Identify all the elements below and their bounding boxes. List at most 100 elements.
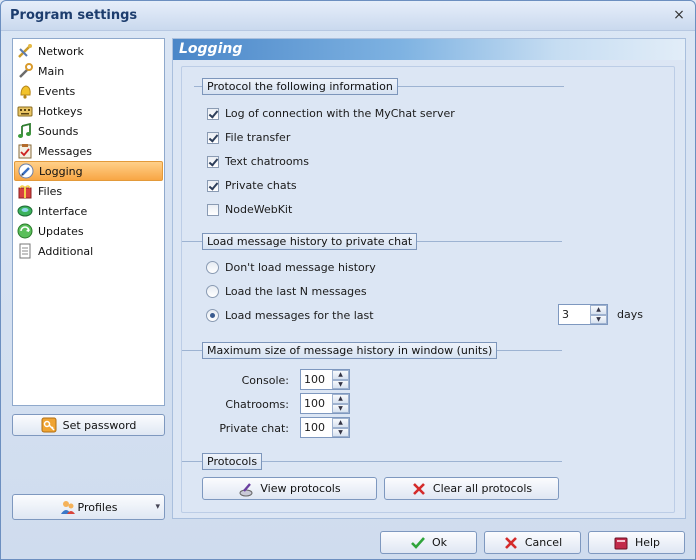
cancel-button[interactable]: Cancel — [484, 531, 581, 554]
nav-item-interface[interactable]: Interface — [14, 201, 163, 221]
stepper-up-icon[interactable]: ▲ — [332, 394, 349, 404]
nav-item-label: Logging — [39, 164, 83, 178]
nav-item-label: Messages — [38, 144, 92, 158]
stepper-down-icon[interactable]: ▼ — [332, 427, 349, 437]
nav-item-messages[interactable]: Messages — [14, 141, 163, 161]
checkbox-label: Text chatrooms — [225, 155, 310, 168]
section-history-label: Load message history to private chat — [202, 233, 418, 250]
radio-row-last-n[interactable]: Load the last N messages — [206, 285, 367, 298]
radio-row-dont-load[interactable]: Don't load message history — [206, 261, 376, 274]
nav-item-files[interactable]: Files — [14, 181, 163, 201]
red-x-icon — [412, 482, 425, 495]
clipboard-icon — [18, 144, 32, 159]
checkbox-label: Log of connection with the MyChat server — [225, 107, 455, 120]
days-unit-label: days — [617, 308, 643, 321]
days-value[interactable]: 3 — [559, 308, 590, 321]
console-label: Console: — [241, 374, 289, 387]
nav-item-label: Sounds — [38, 124, 79, 138]
panel-content: Protocol the following information Log o… — [181, 66, 675, 513]
panel-header: Logging — [173, 39, 685, 60]
ok-label: Ok — [431, 536, 448, 549]
stepper-up-icon[interactable]: ▲ — [332, 370, 349, 380]
view-protocols-button[interactable]: View protocols — [202, 477, 377, 500]
stepper-down-icon[interactable]: ▼ — [332, 403, 349, 413]
nav-item-label: Events — [38, 84, 76, 98]
nav-item-label: Network — [38, 44, 84, 58]
chevron-down-icon[interactable]: ▾ — [155, 502, 160, 512]
view-protocols-icon — [239, 482, 253, 496]
key-icon — [41, 417, 57, 433]
profiles-button[interactable]: Profiles ▾ — [12, 494, 165, 520]
checkbox[interactable] — [207, 131, 219, 144]
stepper-up-icon[interactable]: ▲ — [332, 418, 349, 428]
nav-item-additional[interactable]: Additional — [14, 241, 163, 261]
section-protocols-label: Protocols — [202, 453, 263, 470]
profiles-label: Profiles — [77, 500, 118, 514]
set-password-button[interactable]: Set password — [12, 414, 165, 436]
red-x-icon — [504, 536, 517, 549]
checkbox[interactable] — [207, 155, 219, 168]
nav-item-label: Interface — [38, 204, 88, 218]
help-book-icon — [614, 537, 628, 549]
clear-all-protocols-label: Clear all protocols — [432, 482, 533, 495]
chatrooms-value[interactable]: 100 — [301, 397, 332, 410]
program-settings-window: Program settings × Network Main Events H… — [0, 0, 696, 560]
help-button[interactable]: Help — [588, 531, 685, 554]
keyboard-icon — [17, 106, 33, 117]
checkbox-row-text-chatrooms[interactable]: Text chatrooms — [207, 155, 309, 168]
title-bar: Program settings × — [1, 1, 695, 31]
stepper-down-icon[interactable]: ▼ — [332, 379, 349, 389]
section-max-size-label: Maximum size of message history in windo… — [202, 342, 498, 359]
nav-item-updates[interactable]: Updates — [14, 221, 163, 241]
radio-button[interactable] — [206, 261, 219, 274]
clear-all-protocols-button[interactable]: Clear all protocols — [384, 477, 559, 500]
console-value[interactable]: 100 — [301, 373, 332, 386]
settings-nav-list: Network Main Events Hotkeys Sounds Messa… — [12, 38, 165, 406]
checkbox-row-file-transfer[interactable]: File transfer — [207, 131, 290, 144]
console-stepper[interactable]: 100 ▲ ▼ — [300, 369, 350, 390]
ok-button[interactable]: Ok — [380, 531, 477, 554]
bell-icon — [20, 85, 31, 99]
updates-icon — [17, 223, 33, 239]
private-chat-value[interactable]: 100 — [301, 421, 332, 434]
view-protocols-label: View protocols — [260, 482, 341, 495]
nav-item-main[interactable]: Main — [14, 61, 163, 81]
window-title: Program settings — [10, 8, 138, 23]
wrench-icon — [19, 63, 33, 78]
checkmark-icon — [411, 536, 425, 549]
nav-item-events[interactable]: Events — [14, 81, 163, 101]
private-chat-stepper[interactable]: 100 ▲ ▼ — [300, 417, 350, 438]
checkbox[interactable] — [207, 203, 219, 216]
stepper-up-icon[interactable]: ▲ — [590, 305, 607, 315]
days-stepper[interactable]: 3 ▲ ▼ — [558, 304, 608, 325]
checkbox-row-connection[interactable]: Log of connection with the MyChat server — [207, 107, 455, 120]
nav-item-label: Files — [38, 184, 63, 198]
radio-button[interactable] — [206, 309, 219, 322]
stepper-down-icon[interactable]: ▼ — [590, 314, 607, 324]
nav-item-hotkeys[interactable]: Hotkeys — [14, 101, 163, 121]
logging-panel: Logging Protocol the following informati… — [172, 38, 686, 519]
radio-row-load-for-last[interactable]: Load messages for the last — [206, 309, 374, 322]
nav-item-label: Updates — [38, 224, 84, 238]
pencil-icon — [18, 163, 34, 179]
nav-item-label: Additional — [38, 244, 94, 258]
checkbox-row-private-chats[interactable]: Private chats — [207, 179, 297, 192]
nav-item-sounds[interactable]: Sounds — [14, 121, 163, 141]
nav-item-logging[interactable]: Logging — [14, 161, 163, 181]
checkbox-row-nodewebkit[interactable]: NodeWebKit — [207, 203, 292, 216]
panel-title: Logging — [179, 41, 243, 57]
nav-item-label: Main — [38, 64, 65, 78]
checkbox[interactable] — [207, 107, 219, 120]
profiles-icon — [60, 501, 75, 514]
checkbox[interactable] — [207, 179, 219, 192]
private-chat-label: Private chat: — [219, 422, 289, 435]
radio-button[interactable] — [206, 285, 219, 298]
radio-label: Don't load message history — [225, 261, 376, 274]
document-icon — [19, 243, 31, 259]
checkbox-label: NodeWebKit — [225, 203, 293, 216]
nav-item-label: Hotkeys — [38, 104, 83, 118]
nav-item-network[interactable]: Network — [14, 41, 163, 61]
files-icon — [18, 185, 32, 199]
close-icon[interactable]: × — [671, 7, 687, 23]
chatrooms-stepper[interactable]: 100 ▲ ▼ — [300, 393, 350, 414]
